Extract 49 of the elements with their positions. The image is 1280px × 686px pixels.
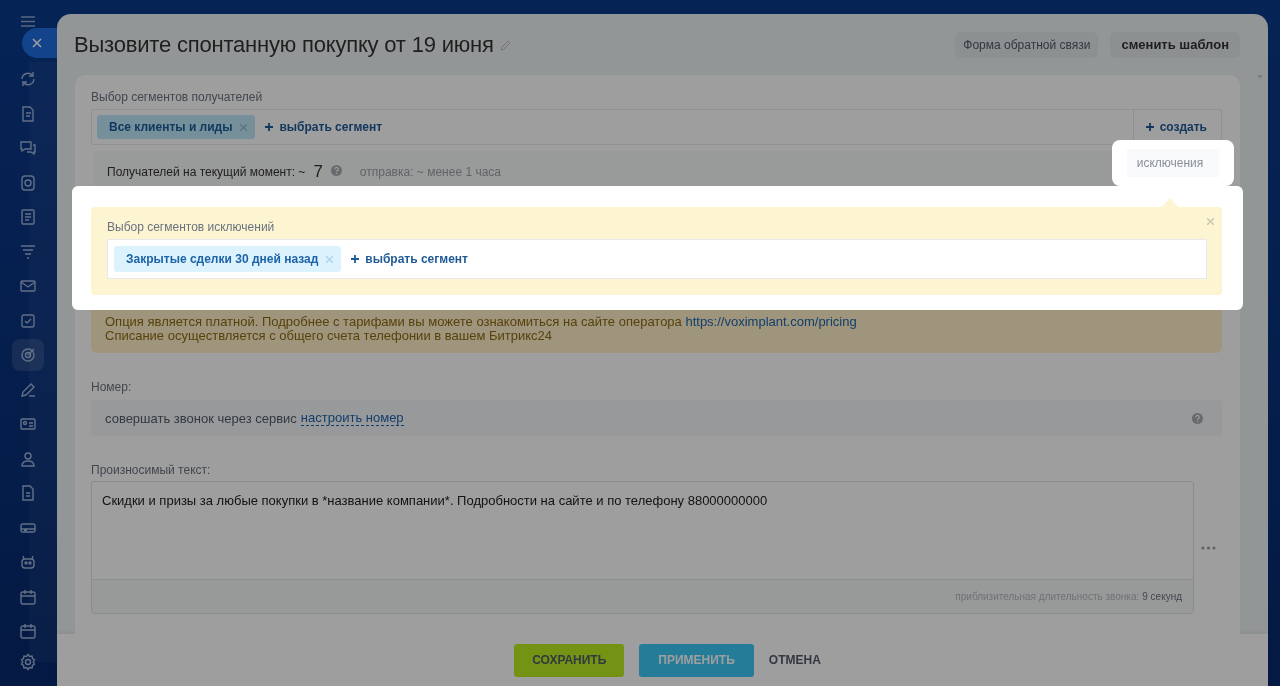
more-icon[interactable] (1201, 545, 1216, 550)
footer-button[interactable]: СОХРАНИТЬ (514, 643, 625, 677)
card-icon[interactable] (19, 415, 37, 433)
file-icon[interactable] (19, 484, 37, 502)
page-title: Вызовите спонтанную покупку от 19 июня (74, 31, 494, 58)
footer-button[interactable]: ОТМЕНА (768, 643, 821, 677)
calendar-icon[interactable] (19, 622, 37, 640)
calendar-icon[interactable] (19, 587, 37, 606)
funnel-icon[interactable] (19, 242, 37, 261)
plus-icon (1145, 123, 1154, 131)
document-icon[interactable] (19, 104, 37, 123)
segment-tag[interactable]: Все клиенты и лиды (97, 115, 256, 139)
plus-icon (351, 255, 360, 263)
add-segment-link[interactable]: выбрать сегмент (351, 252, 468, 266)
help-icon[interactable] (1192, 412, 1203, 424)
robot-icon[interactable] (19, 553, 37, 571)
notice-text: Опция является платной. Подробнее с тарифами вы можете ознакомиться на сайте оператора https://voximplant.com/pricing Списание осуществляется с общего счета телефонии в вашем Битрикс24 (105, 315, 858, 343)
number-text: совершать звонок через сервис (105, 410, 297, 426)
book-icon[interactable] (19, 208, 37, 226)
menu-icon[interactable] (21, 16, 35, 27)
settings-icon[interactable] (19, 653, 37, 671)
help-icon[interactable] (330, 165, 342, 176)
box-icon[interactable] (19, 173, 37, 192)
field-label: Выбор сегментов исключений (107, 220, 276, 234)
plus-icon (265, 123, 274, 131)
add-segment-link[interactable]: выбрать сегмент (265, 120, 383, 134)
segment-tag[interactable]: Закрытые сделки 30 дней назад (114, 246, 342, 272)
configure-number-link[interactable]: настроить номер (300, 410, 404, 426)
chat-icon[interactable] (19, 139, 37, 157)
task-icon[interactable] (19, 311, 37, 330)
recipient-count-label: Получателей на текущий момент: ~ (107, 165, 306, 179)
speech-text: Скидки и призы за любые покупки в *название компании*. Подробности на сайте и по телефону 88000000000 (101, 492, 769, 510)
field-label: Выбор сегментов получателей (91, 90, 264, 104)
mail-icon[interactable] (19, 277, 37, 295)
refresh-icon[interactable] (19, 70, 37, 88)
send-time: отправка: ~ менее 1 часа (359, 165, 501, 179)
close-button[interactable] (22, 28, 57, 58)
segment-selector[interactable]: Закрытые сделки 30 дней назад выбрать сегмент (107, 239, 1207, 279)
duration-value: 9 секунд (1142, 591, 1182, 602)
field-label: Произносимый текст: (91, 463, 212, 477)
header-button[interactable]: Форма обратной связи (955, 31, 1099, 58)
header-button[interactable]: сменить шаблон (1110, 31, 1240, 58)
pricing-link[interactable]: https://voximplant.com/pricing (685, 314, 857, 329)
field-label: Номер: (91, 380, 133, 394)
hint-text: исключения (1126, 149, 1220, 177)
close-icon (32, 38, 42, 48)
segment-selector[interactable]: Все клиенты и лиды выбрать сегмент создать (91, 109, 1222, 145)
recipient-count: 7 (313, 162, 323, 182)
people-icon[interactable] (19, 449, 37, 468)
